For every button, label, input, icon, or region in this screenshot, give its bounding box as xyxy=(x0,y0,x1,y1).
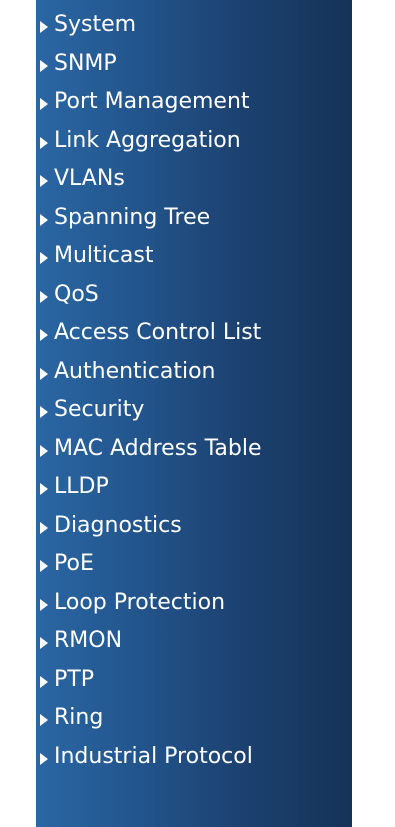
menu-item-rmon[interactable]: RMON xyxy=(36,622,352,661)
triangle-right-icon xyxy=(40,406,48,419)
menu-item-label: PoE xyxy=(54,551,94,577)
menu-item-label: RMON xyxy=(54,628,123,654)
menu-item-label: PTP xyxy=(54,666,94,692)
menu-item-label: Multicast xyxy=(54,243,154,269)
triangle-right-icon xyxy=(40,252,48,265)
menu-list: System SNMP Port Management Link Aggrega… xyxy=(36,6,352,776)
menu-item-qos[interactable]: QoS xyxy=(36,276,352,315)
triangle-right-icon xyxy=(40,521,48,534)
menu-item-loop-protection[interactable]: Loop Protection xyxy=(36,584,352,623)
menu-item-poe[interactable]: PoE xyxy=(36,545,352,584)
menu-item-industrial-protocol[interactable]: Industrial Protocol xyxy=(36,738,352,777)
menu-item-label: Link Aggregation xyxy=(54,127,241,153)
menu-item-diagnostics[interactable]: Diagnostics xyxy=(36,507,352,546)
menu-item-authentication[interactable]: Authentication xyxy=(36,353,352,392)
menu-item-label: Security xyxy=(54,397,145,423)
menu-item-ptp[interactable]: PTP xyxy=(36,661,352,700)
menu-item-label: Port Management xyxy=(54,89,250,115)
menu-item-link-aggregation[interactable]: Link Aggregation xyxy=(36,122,352,161)
menu-item-label: Loop Protection xyxy=(54,589,226,615)
menu-item-access-control-list[interactable]: Access Control List xyxy=(36,314,352,353)
menu-item-label: Authentication xyxy=(54,358,216,384)
menu-item-lldp[interactable]: LLDP xyxy=(36,468,352,507)
menu-item-snmp[interactable]: SNMP xyxy=(36,45,352,84)
triangle-right-icon xyxy=(40,136,48,149)
triangle-right-icon xyxy=(40,714,48,727)
triangle-right-icon xyxy=(40,483,48,496)
menu-item-label: Ring xyxy=(54,705,104,731)
menu-item-label: QoS xyxy=(54,281,99,307)
menu-item-label: System xyxy=(54,12,137,38)
menu-item-ring[interactable]: Ring xyxy=(36,699,352,738)
menu-item-multicast[interactable]: Multicast xyxy=(36,237,352,276)
triangle-right-icon xyxy=(40,21,48,34)
menu-item-system[interactable]: System xyxy=(36,6,352,45)
triangle-right-icon xyxy=(40,637,48,650)
sidebar-menu: System SNMP Port Management Link Aggrega… xyxy=(36,0,352,827)
menu-item-label: LLDP xyxy=(54,474,109,500)
triangle-right-icon xyxy=(40,98,48,111)
triangle-right-icon xyxy=(40,752,48,765)
triangle-right-icon xyxy=(40,367,48,380)
menu-item-port-management[interactable]: Port Management xyxy=(36,83,352,122)
menu-item-label: Diagnostics xyxy=(54,512,182,538)
triangle-right-icon xyxy=(40,329,48,342)
triangle-right-icon xyxy=(40,175,48,188)
menu-item-label: SNMP xyxy=(54,50,117,76)
triangle-right-icon xyxy=(40,444,48,457)
menu-item-spanning-tree[interactable]: Spanning Tree xyxy=(36,199,352,238)
menu-item-security[interactable]: Security xyxy=(36,391,352,430)
triangle-right-icon xyxy=(40,290,48,303)
menu-item-label: Spanning Tree xyxy=(54,204,211,230)
menu-item-vlans[interactable]: VLANs xyxy=(36,160,352,199)
triangle-right-icon xyxy=(40,598,48,611)
triangle-right-icon xyxy=(40,560,48,573)
triangle-right-icon xyxy=(40,675,48,688)
menu-item-mac-address-table[interactable]: MAC Address Table xyxy=(36,430,352,469)
menu-item-label: Access Control List xyxy=(54,320,262,346)
menu-item-label: MAC Address Table xyxy=(54,435,262,461)
menu-item-label: Industrial Protocol xyxy=(54,743,253,769)
menu-item-label: VLANs xyxy=(54,166,125,192)
triangle-right-icon xyxy=(40,213,48,226)
triangle-right-icon xyxy=(40,59,48,72)
